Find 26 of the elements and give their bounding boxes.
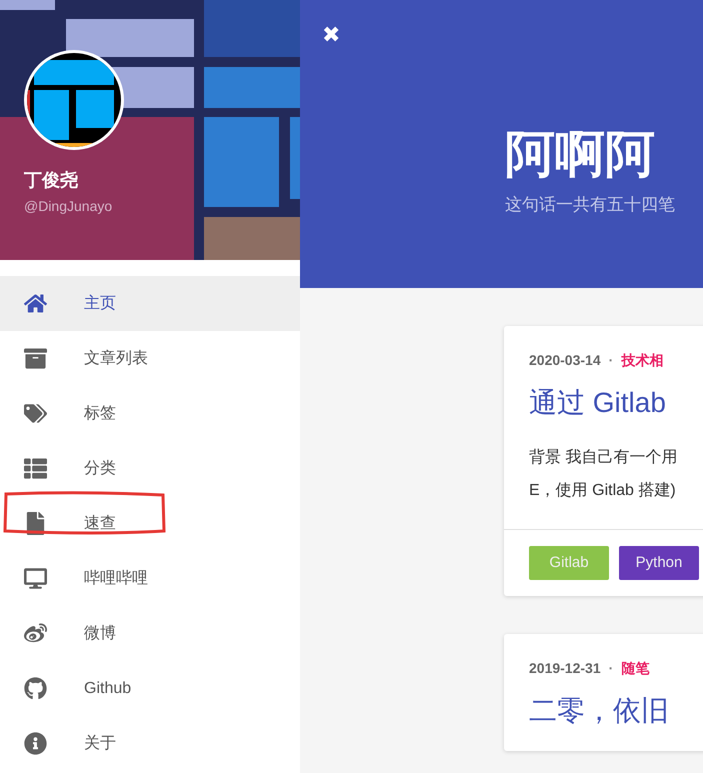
banner-subtitle: 这句话一共有五十四笔: [505, 194, 676, 216]
file-icon: [24, 512, 47, 535]
tags-icon: [24, 402, 47, 425]
excerpt-line: 背景 我自己有一个用: [529, 448, 678, 468]
banner-title: 阿啊阿: [505, 125, 656, 184]
github-icon: [24, 677, 47, 700]
post-date: 2019-12-31: [529, 659, 601, 678]
profile-name: 丁俊尧: [24, 169, 79, 192]
close-button[interactable]: ✖: [322, 22, 340, 48]
monitor-icon: [24, 567, 47, 590]
separator-dot: ·: [608, 659, 614, 678]
profile-handle: @DingJunayo: [24, 197, 114, 216]
category-link[interactable]: 随笔: [621, 658, 650, 679]
home-icon: [24, 292, 47, 315]
weibo-icon: [24, 622, 47, 645]
post-title[interactable]: 二零，依旧: [529, 693, 699, 729]
post-title[interactable]: 通过 Gitlab: [529, 385, 699, 421]
separator-dot: ·: [608, 351, 614, 370]
list-icon: [24, 457, 47, 480]
info-icon: [24, 732, 47, 755]
category-link[interactable]: 技术相: [621, 350, 664, 371]
excerpt-line: E，使用 Gitlab 搭建): [529, 480, 677, 501]
tag[interactable]: Python: [619, 546, 699, 580]
menu-item[interactable]: 主页: [0, 276, 300, 331]
post-date: 2020-03-14: [529, 351, 601, 370]
archive-box-icon: [24, 347, 47, 370]
